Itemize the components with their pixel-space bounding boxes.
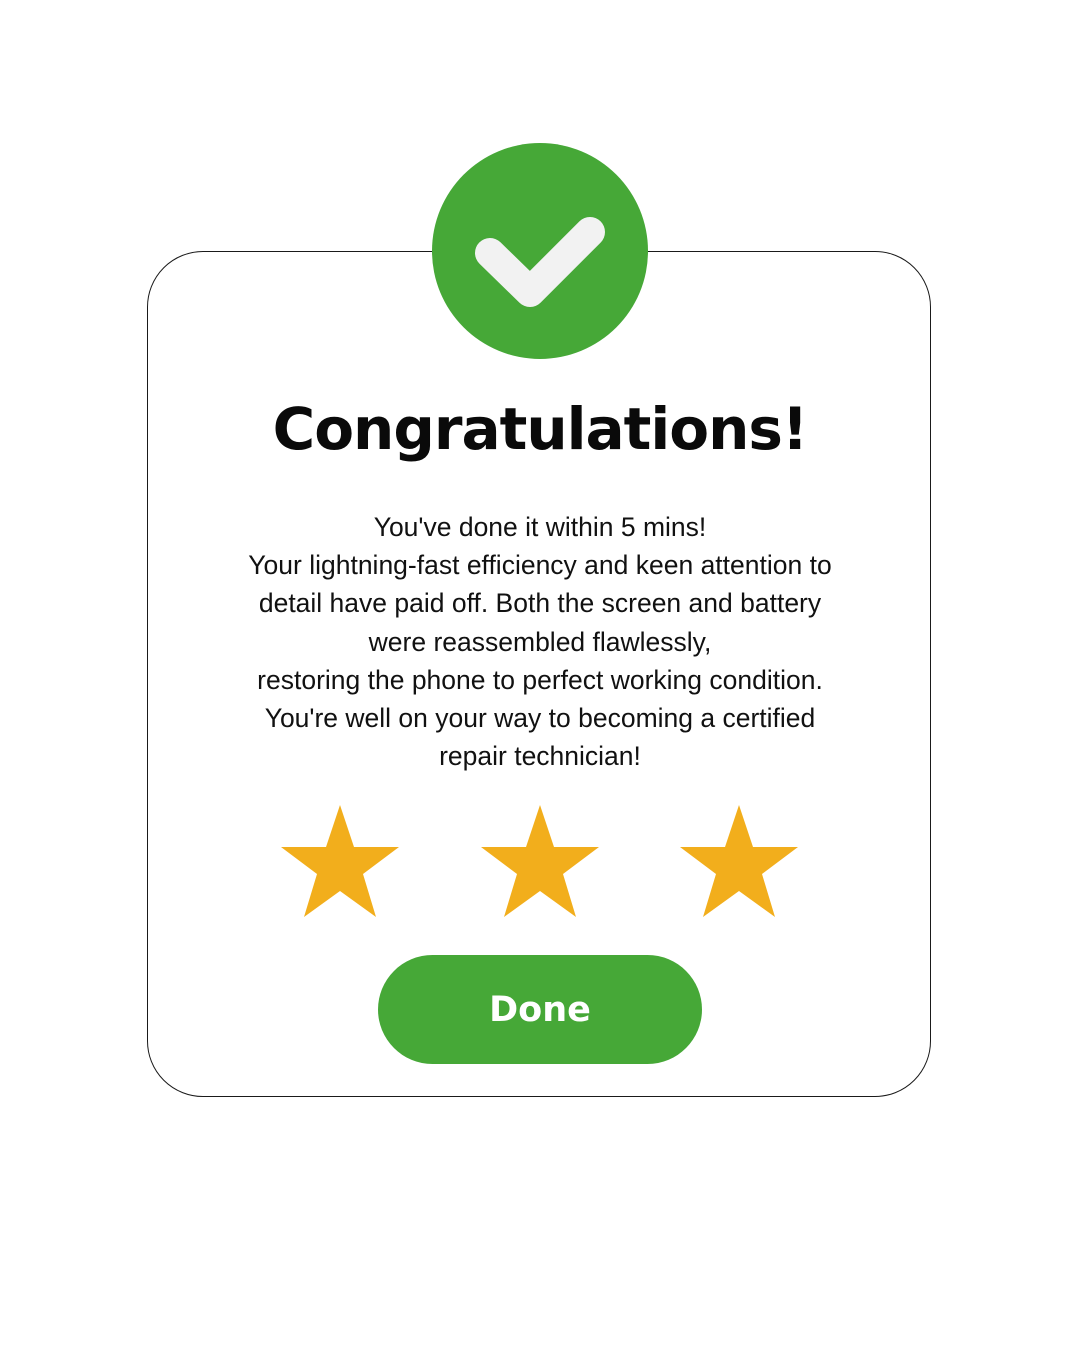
done-button[interactable]: Done xyxy=(378,955,702,1064)
checkmark-icon xyxy=(475,217,605,307)
star-rating xyxy=(0,803,1080,919)
message-line: restoring the phone to perfect working c… xyxy=(257,664,823,695)
success-message: You've done it within 5 mins! Your light… xyxy=(190,508,890,775)
star-icon xyxy=(679,803,799,919)
message-line: were reassembled flawlessly, xyxy=(368,626,712,657)
star-icon xyxy=(480,803,600,919)
star-icon xyxy=(280,803,400,919)
message-line: detail have paid off. Both the screen an… xyxy=(258,588,822,619)
page-title: Congratulations! xyxy=(272,395,809,463)
success-badge xyxy=(432,143,648,359)
message-line: repair technician! xyxy=(439,741,641,772)
message-line: You're well on your way to becoming a ce… xyxy=(264,703,816,734)
message-line: You've done it within 5 mins! xyxy=(373,512,707,542)
message-line: Your lightning-fast efficiency and keen … xyxy=(248,550,832,581)
congratulations-screen: Congratulations! You've done it within 5… xyxy=(0,0,1080,1350)
